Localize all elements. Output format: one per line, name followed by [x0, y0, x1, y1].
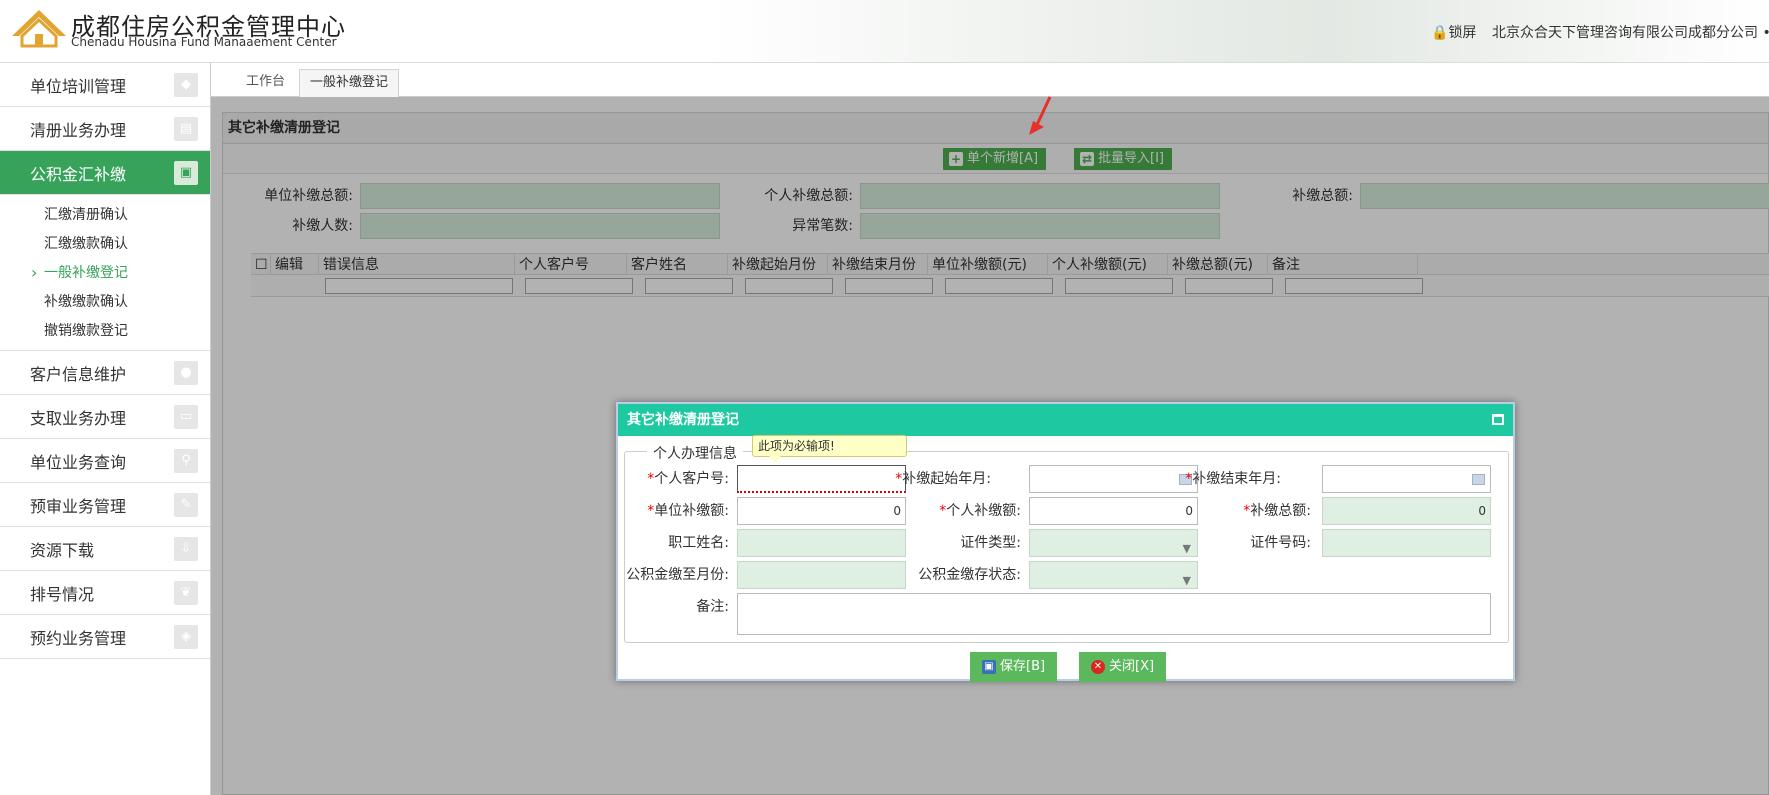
maximize-icon[interactable] [1492, 414, 1504, 425]
start-month-label: *补缴起始年月: [885, 465, 991, 493]
unit-amount-label: *单位补缴额: [625, 497, 729, 525]
sidebar-submenu: 汇缴清册确认 汇缴缴款确认 一般补缴登记 补缴缴款确认 撤销缴款登记 [0, 195, 210, 351]
subitem-roster-confirm[interactable]: 汇缴清册确认 [0, 201, 210, 230]
unit-amount-input[interactable]: 0 [737, 497, 906, 525]
save-label: 保存[B] [1000, 659, 1046, 674]
sidebar-item-downloads[interactable]: 资源下载 ⇩ [0, 527, 210, 571]
id-type-label: 证件类型: [960, 535, 1021, 551]
sidebar-item-label: 资源下载 [30, 540, 95, 560]
sidebar-item-label: 单位培训管理 [30, 76, 127, 96]
user-icon: ● [174, 361, 198, 385]
status-label: 公积金缴存状态: [918, 567, 1021, 583]
close-icon: ✕ [1091, 660, 1105, 674]
sidebar-item-label: 预审业务管理 [30, 496, 127, 516]
save-button[interactable]: ▣ 保存[B] [970, 652, 1058, 682]
sidebar-item-label: 支取业务办理 [30, 408, 127, 428]
sidebar-item-label: 预约业务管理 [30, 628, 127, 648]
sidebar-item-label: 单位业务查询 [30, 452, 127, 472]
paid-to-label: 公积金缴至月份: [626, 567, 729, 583]
leaf-icon: ❦ [174, 581, 198, 605]
sidebar-item-label: 公积金汇补缴 [30, 164, 127, 184]
brand-subtitle: Chenadu Housina Fund Manaaement Center [71, 35, 337, 49]
id-type-select[interactable]: ▼ [1029, 529, 1198, 557]
subitem-supplement-confirm[interactable]: 补缴缴款确认 [0, 288, 210, 317]
sidebar-item-roster[interactable]: 清册业务办理 ▤ [0, 107, 210, 151]
sidebar-item-label: 排号情况 [30, 584, 95, 604]
close-button[interactable]: ✕ 关闭[X] [1079, 652, 1167, 682]
dialog-header: 其它补缴清册登记 [618, 404, 1513, 436]
end-month-input[interactable] [1322, 465, 1491, 493]
total-amount-label: *补缴总额: [1175, 497, 1311, 525]
start-month-label-text: 补缴起始年月: [902, 471, 991, 487]
customer-no-input[interactable] [737, 465, 906, 493]
lock-screen-button[interactable]: 🔒锁屏 [1431, 22, 1476, 42]
dialog-title: 其它补缴清册登记 [627, 412, 739, 428]
end-month-label: *补缴结束年月: [1175, 465, 1281, 493]
sidebar-item-label: 客户信息维护 [30, 364, 127, 384]
sidebar-item-fund-payment[interactable]: 公积金汇补缴 ▣ [0, 151, 210, 195]
logo-house-icon [12, 10, 66, 48]
customer-no-label: *个人客户号: [625, 465, 729, 493]
person-amount-input[interactable]: 0 [1029, 497, 1198, 525]
paid-to-field [737, 561, 906, 589]
search-icon: ⚲ [174, 449, 198, 473]
annotation-arrow-icon [1029, 96, 1052, 135]
tab-workbench[interactable]: 工作台 [236, 69, 295, 97]
sidebar-item-withdrawal[interactable]: 支取业务办理 ▭ [0, 395, 210, 439]
company-name: 北京众合天下管理咨询有限公司成都分公司 • [1492, 25, 1769, 41]
customer-no-label-text: 个人客户号: [654, 471, 729, 487]
sidebar-item-preaudit[interactable]: 预审业务管理 ✎ [0, 483, 210, 527]
download-icon: ⇩ [174, 537, 198, 561]
id-no-field [1322, 529, 1491, 557]
total-amount-field: 0 [1322, 497, 1491, 525]
supplement-dialog: 其它补缴清册登记 个人办理信息 *个人客户号: *补缴起始年月: *补缴结束年月… [616, 402, 1515, 682]
remark-textarea[interactable] [737, 593, 1491, 635]
save-icon: ▣ [982, 660, 996, 674]
tab-general-supplement[interactable]: 一般补缴登记 [299, 69, 400, 97]
lock-icon: 🔒 [1431, 25, 1449, 41]
total-amount-label-text: 补缴总额: [1250, 503, 1311, 519]
start-month-input[interactable] [1029, 465, 1198, 493]
lock-label: 锁屏 [1448, 25, 1477, 41]
name-label: 职工姓名: [668, 535, 729, 551]
chevron-down-icon: ▼ [1182, 574, 1191, 587]
app-header: 成都住房公积金管理中心 Chenadu Housina Fund Manaaem… [0, 0, 1769, 63]
subitem-cancel-payment[interactable]: 撤销缴款登记 [0, 317, 210, 346]
required-tooltip: 此项为必输项! [752, 435, 907, 463]
sidebar-item-training[interactable]: 单位培训管理 ◆ [0, 63, 210, 107]
sidebar-item-customer-info[interactable]: 客户信息维护 ● [0, 351, 210, 395]
subitem-payment-confirm[interactable]: 汇缴缴款确认 [0, 230, 210, 259]
chat-icon: ◆ [174, 73, 198, 97]
sidebar-item-unit-query[interactable]: 单位业务查询 ⚲ [0, 439, 210, 483]
end-month-label-text: 补缴结束年月: [1192, 471, 1281, 487]
edit-icon: ✎ [174, 493, 198, 517]
subitem-general-supplement[interactable]: 一般补缴登记 [0, 258, 210, 288]
status-select[interactable]: ▼ [1029, 561, 1198, 589]
book-icon: ▤ [174, 117, 198, 141]
sidebar-item-queue[interactable]: 排号情况 ❦ [0, 571, 210, 615]
sidebar-item-label: 清册业务办理 [30, 120, 127, 140]
sidebar: 单位培训管理 ◆ 清册业务办理 ▤ 公积金汇补缴 ▣ 汇缴清册确认 汇缴缴款确认 一般… [0, 63, 211, 795]
person-amount-label: *个人补缴额: [885, 497, 1021, 525]
personal-info-fieldset: 个人办理信息 *个人客户号: *补缴起始年月: *补缴结束年月: *单位补缴额:… [624, 443, 1509, 643]
money-icon: ▣ [174, 161, 198, 185]
sidebar-item-appointment[interactable]: 预约业务管理 ◈ [0, 615, 210, 659]
person-amount-label-text: 个人补缴额: [946, 503, 1021, 519]
calendar-icon[interactable] [1472, 474, 1485, 485]
id-no-label: 证件号码: [1250, 535, 1311, 551]
fieldset-legend: 个人办理信息 [647, 443, 743, 463]
tag-icon: ◈ [174, 625, 198, 649]
tab-bar: 工作台 一般补缴登记 [211, 63, 1769, 97]
close-label: 关闭[X] [1109, 659, 1155, 674]
card-icon: ▭ [174, 405, 198, 429]
name-field [737, 529, 906, 557]
remark-label: 备注: [696, 599, 729, 615]
unit-amount-label-text: 单位补缴额: [654, 503, 729, 519]
